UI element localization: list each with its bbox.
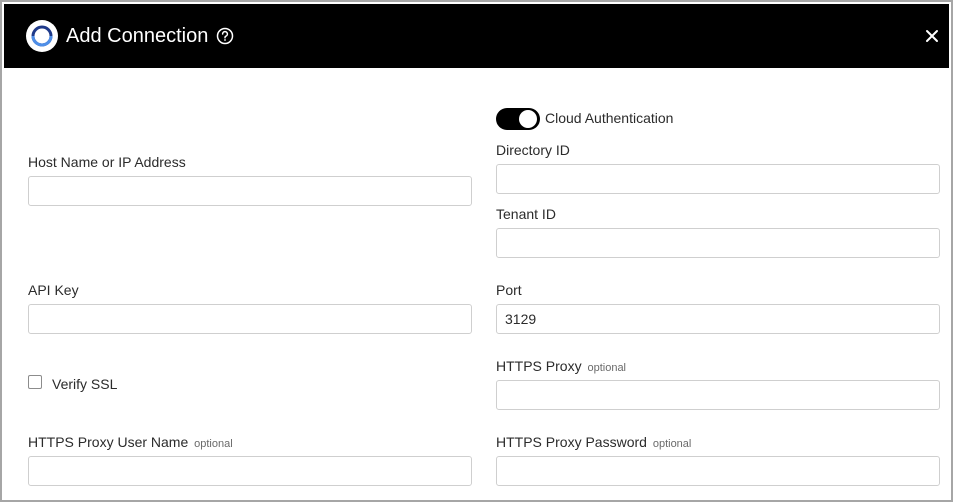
tenant-id-label: Tenant ID	[496, 206, 556, 222]
api-key-label: API Key	[28, 282, 79, 298]
proxy-password-input[interactable]	[496, 456, 940, 486]
proxy-user-input[interactable]	[28, 456, 472, 486]
host-label: Host Name or IP Address	[28, 154, 186, 170]
proxy-password-label-text: HTTPS Proxy Password	[496, 434, 647, 450]
add-connection-dialog: Add Connection Cloud Authentication Host…	[0, 0, 953, 502]
https-proxy-label-text: HTTPS Proxy	[496, 358, 582, 374]
verify-ssl-checkbox[interactable]	[28, 375, 42, 389]
directory-id-label: Directory ID	[496, 142, 570, 158]
api-key-input[interactable]	[28, 304, 472, 334]
help-circle-icon[interactable]	[216, 27, 234, 45]
https-proxy-input[interactable]	[496, 380, 940, 410]
host-input[interactable]	[28, 176, 472, 206]
optional-tag: optional	[652, 438, 692, 450]
dialog-title: Add Connection	[66, 25, 209, 47]
proxy-password-label: HTTPS Proxy Password optional	[496, 433, 691, 453]
close-icon[interactable]	[923, 27, 941, 45]
port-input[interactable]	[496, 304, 940, 334]
app-logo-icon	[26, 20, 58, 52]
dialog-header: Add Connection	[4, 4, 949, 68]
optional-tag: optional	[194, 438, 233, 450]
verify-ssl-label: Verify SSL	[52, 376, 118, 392]
optional-tag: optional	[587, 362, 627, 374]
tenant-id-input[interactable]	[496, 228, 940, 258]
https-proxy-label: HTTPS Proxy optional	[496, 357, 626, 377]
port-label: Port	[496, 282, 522, 298]
toggle-knob	[519, 110, 537, 128]
cloud-auth-toggle[interactable]	[496, 108, 540, 130]
directory-id-input[interactable]	[496, 164, 940, 194]
cloud-auth-label: Cloud Authentication	[545, 110, 674, 126]
proxy-user-label: HTTPS Proxy User Name optional	[28, 433, 233, 453]
proxy-user-label-text: HTTPS Proxy User Name	[28, 434, 189, 450]
